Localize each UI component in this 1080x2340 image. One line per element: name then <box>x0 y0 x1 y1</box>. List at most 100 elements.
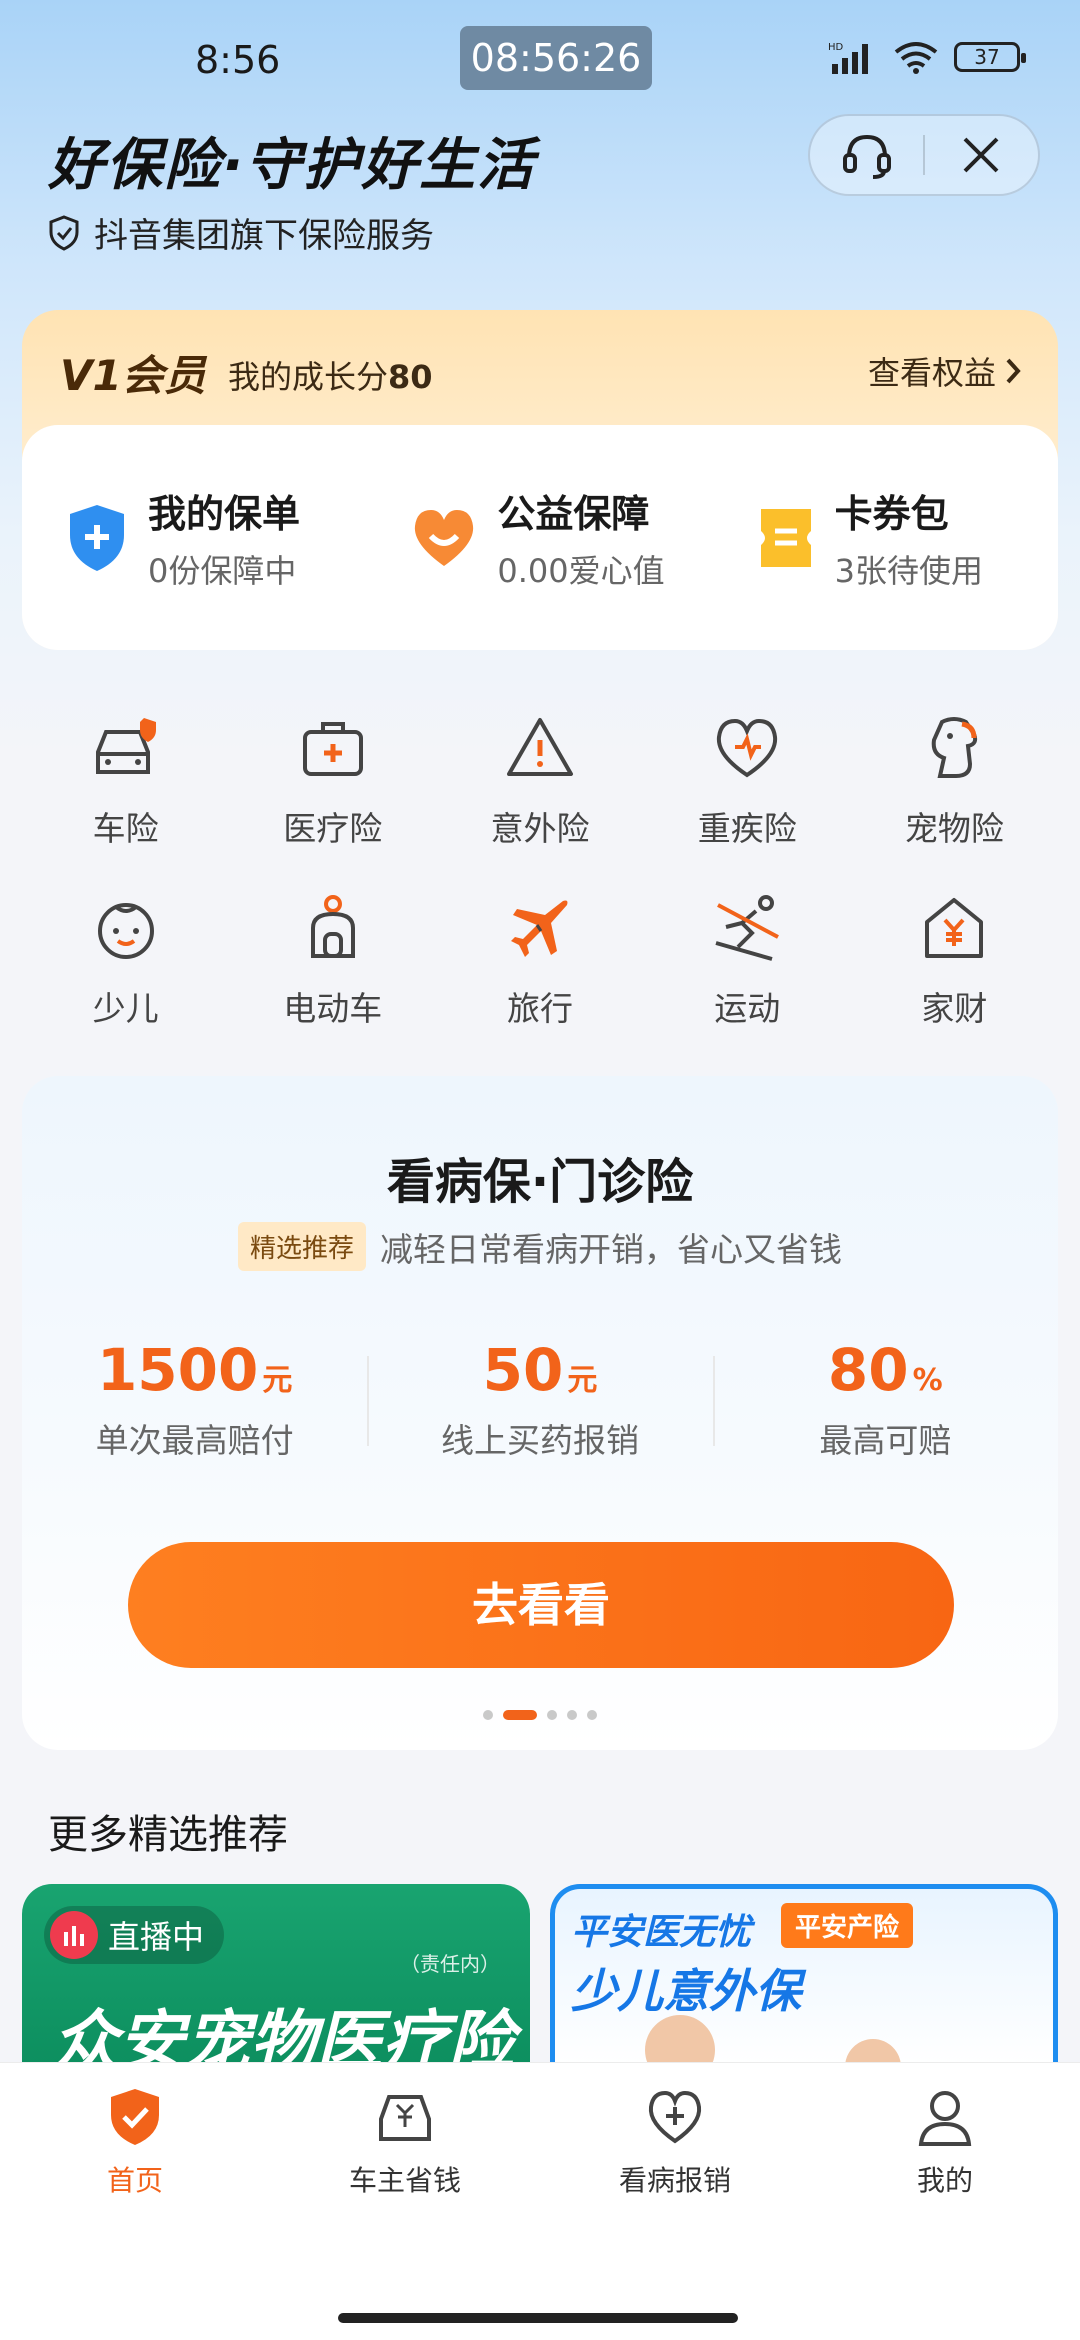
score-label: 我的成长分 <box>228 358 389 396</box>
category-travel[interactable]: 旅行 <box>436 880 643 1060</box>
promo-product-name: 众安宠物医疗险 <box>52 2003 514 2064</box>
svg-text:HD: HD <box>828 42 844 53</box>
status-icons: HD 37 <box>828 40 1026 74</box>
heart-plus-icon <box>648 2090 702 2144</box>
nav-medical-claims[interactable]: 看病报销 <box>540 2063 810 2243</box>
status-clock-overlay: 08:56:26 <box>460 26 652 90</box>
category-label: 家财 <box>921 989 988 1028</box>
wifi-icon <box>894 42 938 74</box>
category-label: 重疾险 <box>697 809 797 848</box>
battery-icon: 37 <box>954 42 1026 72</box>
shield-plus-icon <box>70 504 124 571</box>
kids-accident-promo-card[interactable]: 平安医无忧 平安产险 少儿意外保 <box>550 1884 1058 2064</box>
headset-icon <box>842 134 891 179</box>
person-icon <box>918 2091 972 2146</box>
nav-label: 看病报销 <box>618 2164 731 2197</box>
more-recommend-title: 更多精选推荐 <box>48 1812 288 1858</box>
close-icon <box>964 137 999 173</box>
home-shield-icon <box>111 2089 159 2145</box>
stat-item: 80% 最高可赔 <box>712 1336 1058 1462</box>
close-button[interactable] <box>925 115 1038 195</box>
recommend-badge: 精选推荐 <box>237 1222 366 1271</box>
featured-title: 看病保·门诊险 <box>386 1154 694 1210</box>
pet-icon <box>932 717 978 778</box>
stat-value: 50 <box>482 1336 564 1404</box>
promo-note: （责任内） <box>400 1952 500 1976</box>
bottom-navigation: 首页 车主省钱 看病报销 我的 <box>0 2062 1080 2340</box>
category-kids[interactable]: 少儿 <box>22 880 229 1060</box>
medical-kit-icon <box>302 722 363 776</box>
plane-icon <box>511 900 568 957</box>
category-accident[interactable]: 意外险 <box>436 700 643 880</box>
promo-brand: 平安医无忧 <box>571 1912 752 1953</box>
category-medical[interactable]: 医疗险 <box>229 700 436 880</box>
nav-label: 首页 <box>106 2164 163 2197</box>
status-time: 8:56 <box>195 38 281 82</box>
quick-sub: 0.00爱心值 <box>497 552 665 590</box>
category-car[interactable]: 车险 <box>22 700 229 880</box>
stat-value: 80 <box>827 1336 909 1404</box>
carousel-dot-active[interactable] <box>503 1710 537 1720</box>
quick-entries: 我的保单 0份保障中 公益保障 0.00爱心值 卡券包 3张待使用 <box>22 425 1058 650</box>
promo-person-image <box>645 2015 715 2064</box>
header-subtitle: 抖音集团旗下保险服务 <box>48 208 434 257</box>
stat-unit: % <box>912 1363 943 1398</box>
quick-title: 我的保单 <box>148 492 301 536</box>
member-score: 我的成长分80 <box>228 352 433 398</box>
customer-service-button[interactable] <box>810 115 923 195</box>
category-home-property[interactable]: 家财 <box>851 880 1058 1060</box>
quick-sub: 0份保障中 <box>148 552 297 590</box>
scooter-icon <box>310 895 355 958</box>
promo-org-badge: 平安产险 <box>781 1903 914 1948</box>
nav-profile[interactable]: 我的 <box>810 2063 1080 2243</box>
featured-stats: 1500 元 单次最高赔付 50 元 线上买药报销 80% 最高可赔 <box>22 1336 1058 1462</box>
signal-icon: HD <box>828 42 868 74</box>
stat-label: 最高可赔 <box>819 1421 952 1460</box>
go-see-button[interactable]: 去看看 <box>128 1542 954 1668</box>
category-label: 电动车 <box>283 989 383 1028</box>
warning-icon <box>507 718 573 776</box>
live-icon <box>50 1911 98 1959</box>
nav-label: 车主省钱 <box>348 2164 461 2197</box>
pet-insurance-promo-card[interactable]: 直播中 （责任内） 众安宠物医疗险 <box>22 1884 530 2064</box>
view-benefits-label: 查看权益 <box>867 354 996 392</box>
view-benefits-link[interactable]: 查看权益 <box>868 348 1022 394</box>
home-indicator[interactable] <box>338 2313 738 2323</box>
category-label: 少儿 <box>92 989 159 1028</box>
category-label: 意外险 <box>490 809 590 848</box>
baby-icon <box>97 903 154 959</box>
carousel-dot[interactable] <box>547 1710 557 1720</box>
quick-title: 公益保障 <box>497 492 650 536</box>
live-label: 直播中 <box>108 1918 205 1956</box>
live-badge: 直播中 <box>44 1906 225 1964</box>
member-level: V1会员 <box>60 351 206 400</box>
category-ebike[interactable]: 电动车 <box>229 880 436 1060</box>
my-policy-entry[interactable]: 我的保单 0份保障中 <box>22 483 367 592</box>
featured-product-card[interactable]: 看病保·门诊险 精选推荐 减轻日常看病开销，省心又省钱 1500 元 单次最高赔付… <box>22 1076 1058 1750</box>
nav-car-owner[interactable]: 车主省钱 <box>270 2063 540 2243</box>
quick-sub: 3张待使用 <box>834 552 984 590</box>
carousel-dot[interactable] <box>567 1710 577 1720</box>
carousel-dot[interactable] <box>483 1710 493 1720</box>
category-label: 车险 <box>92 809 159 848</box>
header-actions <box>808 114 1040 196</box>
category-label: 医疗险 <box>283 809 383 848</box>
category-sports[interactable]: 运动 <box>644 880 851 1060</box>
category-grid: 车险 医疗险 意外险 重疾险 宠物险 少儿 电动车 旅行 运动 家财 <box>22 700 1058 1060</box>
stat-unit: 元 <box>262 1363 293 1398</box>
stat-item: 50 元 线上买药报销 <box>367 1336 712 1462</box>
nav-label: 我的 <box>916 2164 973 2197</box>
charity-entry[interactable]: 公益保障 0.00爱心值 <box>367 483 712 592</box>
category-critical-illness[interactable]: 重疾险 <box>644 700 851 880</box>
carousel-dot[interactable] <box>587 1710 597 1720</box>
carousel-indicator[interactable] <box>22 1710 1058 1720</box>
featured-description: 减轻日常看病开销，省心又省钱 <box>380 1229 842 1269</box>
quick-title: 卡券包 <box>834 492 949 536</box>
promo-person-image <box>845 2039 901 2064</box>
coupon-entry[interactable]: 卡券包 3张待使用 <box>713 483 1058 592</box>
chevron-right-icon <box>1006 358 1021 384</box>
score-value: 80 <box>388 358 433 396</box>
promo-product-name: 少儿意外保 <box>571 1964 801 2018</box>
nav-home[interactable]: 首页 <box>0 2063 270 2243</box>
category-pet[interactable]: 宠物险 <box>851 700 1058 880</box>
